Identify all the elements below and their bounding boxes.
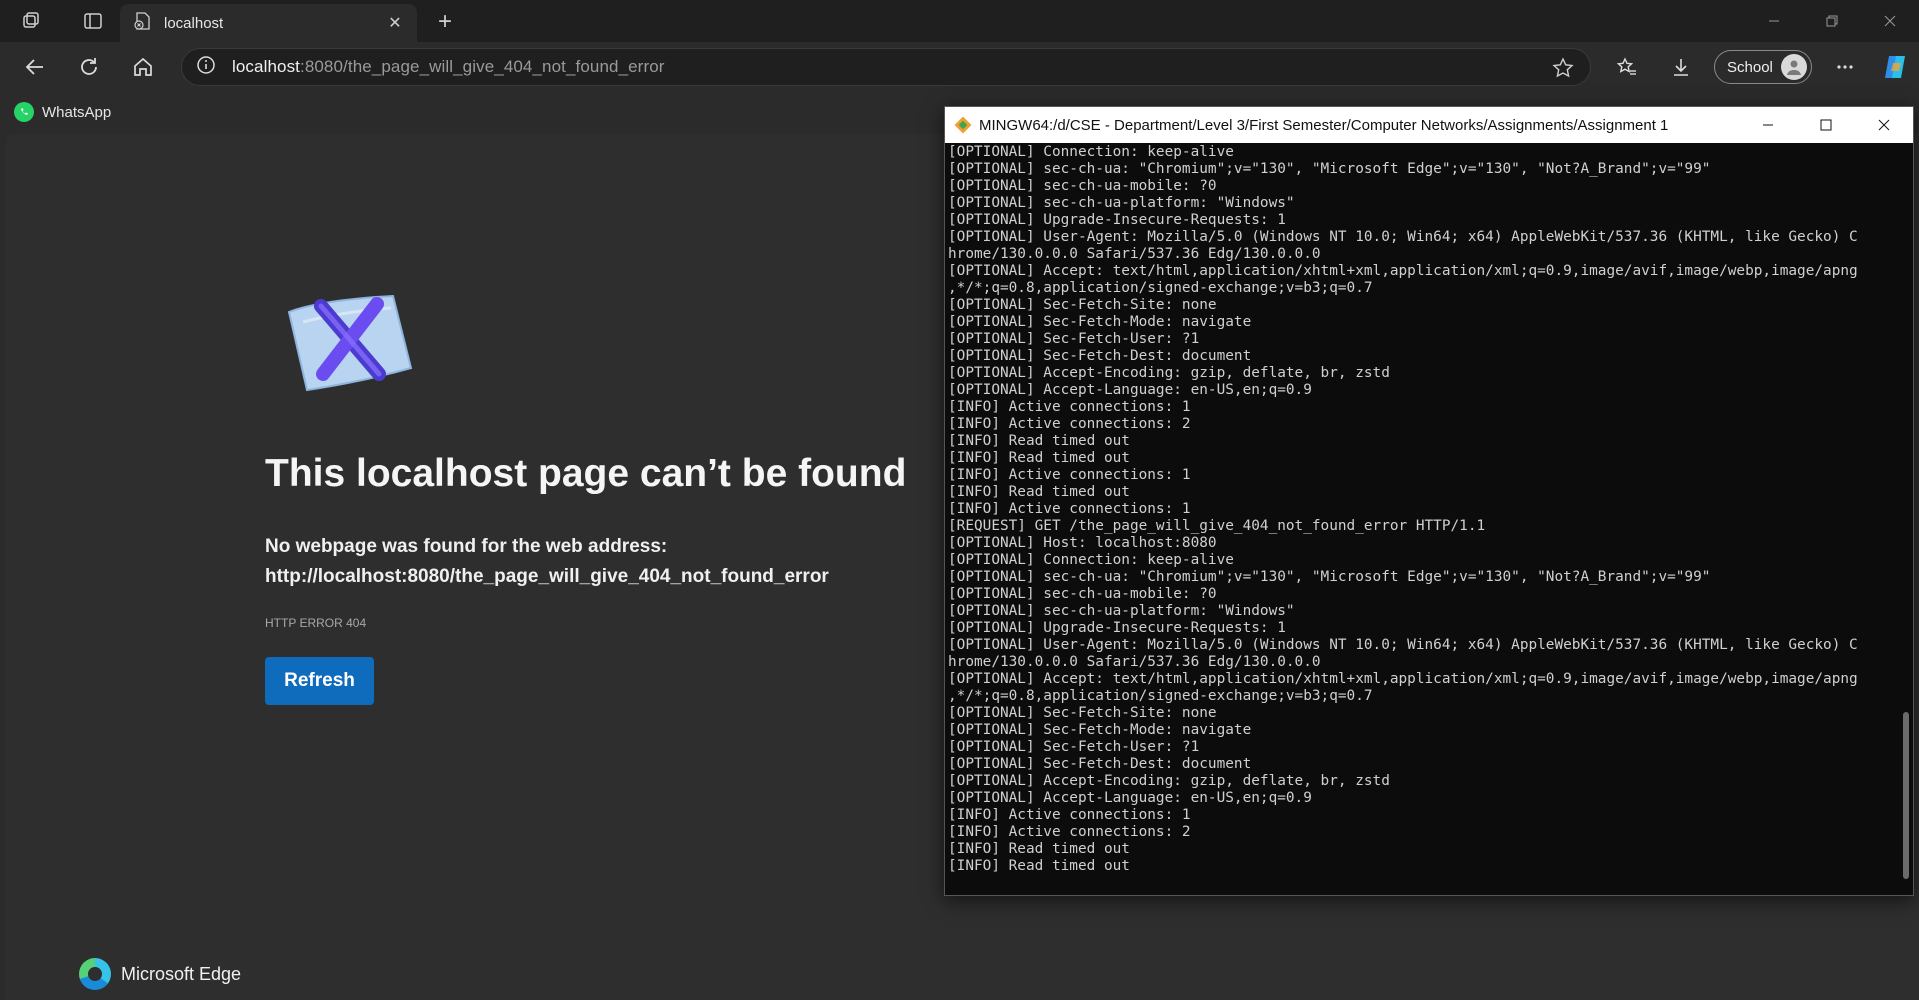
terminal-line: [INFO] Active connections: 1 [948,399,1191,415]
terminal-line: [OPTIONAL] sec-ch-ua-mobile: ?0 [948,178,1217,194]
terminal-line: [OPTIONAL] Host: localhost:8080 [948,535,1217,551]
terminal-title: MINGW64:/d/CSE - Department/Level 3/Firs… [979,116,1669,134]
minimize-icon[interactable] [1745,0,1803,42]
browser-toolbar: localhost:8080/the_page_will_give_404_no… [0,42,1919,92]
back-icon[interactable] [12,44,58,90]
workspaces-icon[interactable] [10,0,52,42]
terminal-line: ,*/*;q=0.8,application/signed-exchange;v… [948,280,1373,296]
terminal-line: [OPTIONAL] Accept: text/html,application… [948,263,1858,279]
edge-branding: Microsoft Edge [79,958,241,990]
terminal-line: [INFO] Read timed out [948,841,1130,857]
whatsapp-icon [14,102,34,122]
terminal-line: [OPTIONAL] User-Agent: Mozilla/5.0 (Wind… [948,229,1858,245]
terminal-line: [INFO] Active connections: 1 [948,501,1191,517]
terminal-line: [OPTIONAL] Sec-Fetch-Site: none [948,705,1217,721]
terminal-line: [INFO] Active connections: 1 [948,467,1191,483]
bookmark-label: WhatsApp [42,103,112,121]
terminal-line: [OPTIONAL] Accept-Language: en-US,en;q=0… [948,382,1312,398]
terminal-line: [OPTIONAL] Sec-Fetch-User: ?1 [948,331,1200,347]
terminal-line: ,*/*;q=0.8,application/signed-exchange;v… [948,688,1373,704]
profile-label: School [1727,58,1773,76]
error-code: HTTP ERROR 404 [265,616,367,630]
terminal-line: [OPTIONAL] Upgrade-Insecure-Requests: 1 [948,620,1286,636]
terminal-line: [OPTIONAL] Sec-Fetch-Site: none [948,297,1217,313]
terminal-line: [INFO] Read timed out [948,858,1130,874]
terminal-line: [OPTIONAL] Sec-Fetch-Mode: navigate [948,722,1252,738]
refresh-button[interactable]: Refresh [265,657,374,705]
terminal-line: [OPTIONAL] Accept-Encoding: gzip, deflat… [948,365,1390,381]
close-window-icon[interactable] [1861,0,1919,42]
terminal-line: [OPTIONAL] sec-ch-ua-platform: "Windows" [948,603,1295,619]
brand-label: Microsoft Edge [121,963,242,984]
more-icon[interactable] [1822,44,1868,90]
terminal-line: [OPTIONAL] sec-ch-ua-platform: "Windows" [948,195,1295,211]
terminal-line: [INFO] Active connections: 1 [948,807,1191,823]
page-title: This localhost page can’t be found [265,452,907,495]
terminal-line: [OPTIONAL] Connection: keep-alive [948,552,1234,568]
window-controls [1745,0,1919,42]
terminal-close-icon[interactable] [1855,107,1913,143]
terminal-line: [OPTIONAL] Accept: text/html,application… [948,671,1858,687]
avatar [1780,54,1807,80]
terminal-line: [INFO] Active connections: 2 [948,416,1191,432]
profile-button[interactable]: School [1714,50,1812,84]
restore-icon[interactable] [1803,0,1861,42]
home-icon[interactable] [120,44,166,90]
git-bash-icon [954,116,972,134]
info-icon[interactable] [196,55,216,80]
tab-close-icon[interactable]: ✕ [385,13,405,33]
address-bar[interactable]: localhost:8080/the_page_will_give_404_no… [181,48,1591,86]
terminal-line: hrome/130.0.0.0 Safari/537.36 Edg/130.0.… [948,246,1321,262]
downloads-icon[interactable] [1658,44,1704,90]
terminal-line: [OPTIONAL] Accept-Language: en-US,en;q=0… [948,790,1312,806]
reload-icon[interactable] [66,44,112,90]
terminal-line: [REQUEST] GET /the_page_will_give_404_no… [948,518,1486,534]
error-url: http://localhost:8080/the_page_will_give… [265,566,829,587]
tab-strip: localhost ✕ + [0,0,1919,42]
favorite-star-icon[interactable] [1552,57,1574,84]
terminal-window-controls [1739,107,1913,143]
terminal-line: [OPTIONAL] sec-ch-ua: "Chromium";v="130"… [948,161,1711,177]
new-tab-button[interactable]: + [428,6,462,38]
terminal-window[interactable]: MINGW64:/d/CSE - Department/Level 3/Firs… [944,106,1914,896]
url-path: :8080/the_page_will_give_404_not_found_e… [300,57,665,76]
copilot-icon[interactable] [1872,44,1918,90]
toolbar-right: School [1604,42,1918,92]
terminal-line: [INFO] Read timed out [948,433,1130,449]
terminal-maximize-icon[interactable] [1797,107,1855,143]
favorites-icon[interactable] [1604,44,1650,90]
url-host: localhost [232,57,300,76]
tab-title: localhost [164,14,224,32]
terminal-line: [INFO] Active connections: 2 [948,824,1191,840]
terminal-line: [OPTIONAL] Accept-Encoding: gzip, deflat… [948,773,1390,789]
terminal-titlebar[interactable]: MINGW64:/d/CSE - Department/Level 3/Firs… [945,107,1913,143]
terminal-minimize-icon[interactable] [1739,107,1797,143]
bookmark-whatsapp[interactable]: WhatsApp [14,102,111,122]
terminal-line: [OPTIONAL] Sec-Fetch-Dest: document [948,348,1252,364]
tab-localhost[interactable]: localhost ✕ [120,4,417,42]
terminal-scrollbar[interactable] [1903,712,1909,879]
error-description-line: No webpage was found for the web address… [265,536,668,557]
edge-logo-icon [79,958,111,990]
tab-actions-icon[interactable] [72,0,114,42]
terminal-line: [OPTIONAL] User-Agent: Mozilla/5.0 (Wind… [948,637,1858,653]
url-text: localhost:8080/the_page_will_give_404_no… [232,57,665,77]
terminal-line: [OPTIONAL] Connection: keep-alive [948,144,1234,160]
site-favicon [134,11,152,35]
terminal-line: [OPTIONAL] sec-ch-ua: "Chromium";v="130"… [948,569,1711,585]
terminal-line: [INFO] Read timed out [948,450,1130,466]
terminal-line: hrome/130.0.0.0 Safari/537.36 Edg/130.0.… [948,654,1321,670]
terminal-line: [OPTIONAL] sec-ch-ua-mobile: ?0 [948,586,1217,602]
terminal-line: [INFO] Read timed out [948,484,1130,500]
terminal-line: [OPTIONAL] Upgrade-Insecure-Requests: 1 [948,212,1286,228]
terminal-line: [OPTIONAL] Sec-Fetch-User: ?1 [948,739,1200,755]
terminal-output[interactable]: [OPTIONAL] Connection: keep-alive [OPTION… [946,144,1897,893]
terminal-line: [OPTIONAL] Sec-Fetch-Dest: document [948,756,1252,772]
terminal-line: [OPTIONAL] Sec-Fetch-Mode: navigate [948,314,1252,330]
error-description: No webpage was found for the web address… [265,532,829,592]
error-document-icon [281,282,421,402]
